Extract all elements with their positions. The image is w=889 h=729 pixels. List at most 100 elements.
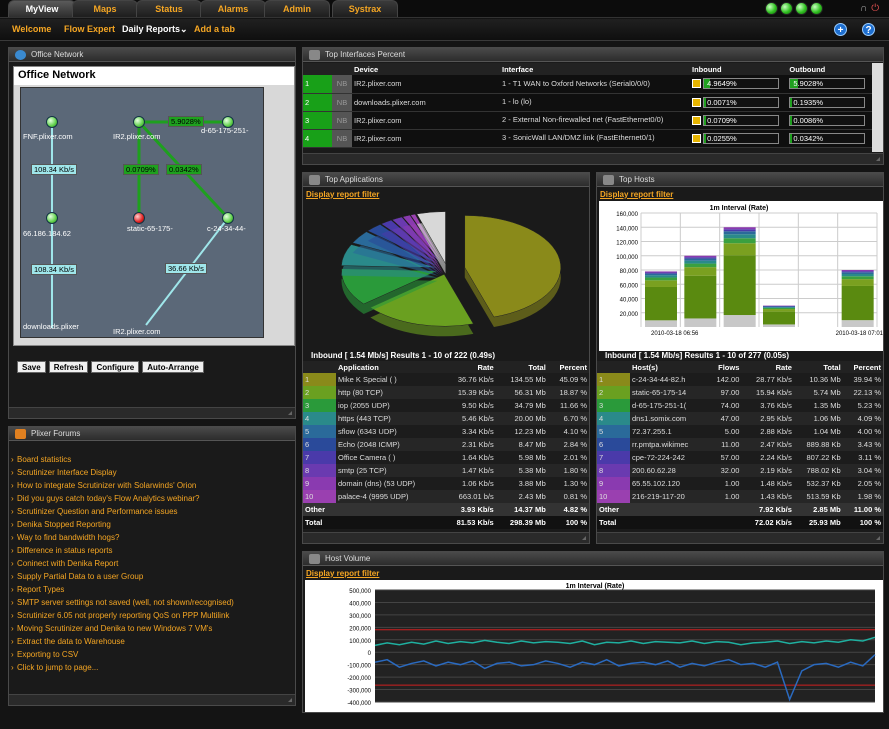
edge-label[interactable]: 36.66 Kb/s (165, 263, 207, 274)
bar-segment[interactable] (763, 307, 795, 310)
host-name[interactable]: 72.37.255.1 (630, 425, 707, 438)
status-light-icon[interactable] (795, 2, 808, 15)
add-tab-link[interactable]: Add a tab (194, 24, 235, 34)
tab-admin[interactable]: Admin (264, 0, 330, 17)
table-row[interactable]: 9 domain (dns) (53 UDP) 1.06 Kb/s 3.88 M… (303, 477, 589, 490)
resize-handle[interactable] (9, 694, 295, 705)
table-row[interactable]: 3 d-65-175-251-1( 74.00 3.76 Kb/s 1.35 M… (597, 399, 883, 412)
bar-segment[interactable] (684, 318, 717, 327)
bar-segment[interactable] (645, 273, 677, 276)
device-cell[interactable]: IR2.plixer.com (352, 75, 500, 94)
table-row[interactable]: 6 Echo (2048 ICMP) 2.31 Kb/s 8.47 Mb 2.8… (303, 438, 589, 451)
table-row[interactable]: 1 NB IR2.plixer.com 1 - T1 WAN to Oxford… (303, 75, 873, 94)
bar-segment[interactable] (841, 285, 874, 321)
daily-reports-link[interactable]: Daily Reports (122, 24, 180, 34)
help-icon[interactable]: ? (862, 23, 875, 36)
dropdown-icon[interactable] (692, 133, 701, 143)
bar-segment[interactable] (645, 272, 677, 274)
app-name[interactable]: iop (2055 UDP) (336, 399, 442, 412)
host-name[interactable]: 65.55.102.120 (630, 477, 707, 490)
display-filter-link[interactable]: Display report filter (306, 190, 379, 199)
bar-segment[interactable] (763, 311, 795, 325)
forum-link[interactable]: Denika Stopped Reporting (9, 518, 295, 531)
bar-segment[interactable] (723, 315, 756, 327)
map-node[interactable] (46, 116, 58, 128)
bar-segment[interactable] (841, 270, 874, 272)
bar-segment[interactable] (684, 275, 717, 319)
forum-link[interactable]: Scrutinizer Interface Display (9, 466, 295, 479)
table-row[interactable]: 10 216-219-117-20 1.00 1.43 Kb/s 513.59 … (597, 490, 883, 503)
tab-status[interactable]: Status (136, 0, 202, 17)
table-row[interactable]: 5 72.37.255.1 5.00 2.88 Kb/s 1.04 Mb 4.0… (597, 425, 883, 438)
device-cell[interactable]: IR2.plixer.com (352, 111, 500, 130)
forum-link[interactable]: Way to find bandwidth hogs? (9, 531, 295, 544)
map-node[interactable] (133, 116, 145, 128)
device-cell[interactable]: IR2.plixer.com (352, 129, 500, 148)
scrollbar[interactable] (872, 63, 883, 152)
add-icon[interactable]: + (834, 23, 847, 36)
bar-segment[interactable] (684, 260, 717, 264)
row-badge[interactable]: NB (332, 93, 352, 112)
forum-link[interactable]: Scrutinizer Question and Performance iss… (9, 505, 295, 518)
welcome-link[interactable]: Welcome (12, 24, 51, 34)
interface-cell[interactable]: 1 - T1 WAN to Oxford Networks (Serial0/0… (500, 75, 690, 94)
forum-link[interactable]: Difference in status reports (9, 544, 295, 557)
table-row[interactable]: 6 rr.pmtpa.wikimec 11.00 2.47 Kb/s 889.8… (597, 438, 883, 451)
bar-segment[interactable] (763, 306, 795, 308)
interface-cell[interactable]: 1 - lo (lo) (500, 93, 690, 112)
table-row[interactable]: 4 https (443 TCP) 5.46 Kb/s 20.00 Mb 6.7… (303, 412, 589, 425)
edge-label[interactable]: 108.34 Kb/s (31, 264, 78, 275)
table-row[interactable]: 1 c-24-34-44-82.h 142.00 28.77 Kb/s 10.3… (597, 373, 883, 386)
tab-systrax[interactable]: Systrax (332, 0, 398, 17)
bar-segment[interactable] (723, 238, 756, 244)
status-light-icon[interactable] (765, 2, 778, 15)
tab-maps[interactable]: Maps (72, 0, 138, 17)
forum-link[interactable]: Moving Scrutinizer and Denika to new Win… (9, 622, 295, 635)
table-row[interactable]: 5 sflow (6343 UDP) 3.34 Kb/s 12.23 Mb 4.… (303, 425, 589, 438)
headset-icon[interactable]: ∩ (860, 3, 867, 14)
table-row[interactable]: 2 http (80 TCP) 15.39 Kb/s 56.31 Mb 18.8… (303, 386, 589, 399)
bar-segment[interactable] (841, 272, 874, 274)
app-name[interactable]: Echo (2048 ICMP) (336, 438, 442, 451)
app-name[interactable]: http (80 TCP) (336, 386, 442, 399)
app-name[interactable]: sflow (6343 UDP) (336, 425, 442, 438)
flow-expert-link[interactable]: Flow Expert (64, 24, 115, 34)
dropdown-icon[interactable] (692, 97, 701, 107)
bar-segment[interactable] (645, 286, 677, 321)
refresh-button[interactable]: Refresh (48, 361, 89, 373)
table-row[interactable]: 4 NB IR2.plixer.com 3 - SonicWall LAN/DM… (303, 129, 873, 148)
bar-segment[interactable] (841, 271, 874, 273)
row-badge[interactable]: NB (332, 129, 352, 148)
map-node[interactable] (46, 212, 58, 224)
bar-segment[interactable] (763, 324, 795, 327)
app-name[interactable]: domain (dns) (53 UDP) (336, 477, 442, 490)
resize-handle[interactable] (597, 532, 883, 543)
app-name[interactable]: Mike K Special ( ) (336, 373, 442, 386)
forum-link[interactable]: Did you guys catch today's Flow Analytic… (9, 492, 295, 505)
bar-segment[interactable] (723, 229, 756, 232)
interface-cell[interactable]: 2 - External Non-firewalled net (FastEth… (500, 111, 690, 130)
app-name[interactable]: palace-4 (9995 UDP) (336, 490, 442, 503)
host-name[interactable]: d-65-175-251-1( (630, 399, 707, 412)
interface-cell[interactable]: 3 - SonicWall LAN/DMZ link (FastEthernet… (500, 129, 690, 148)
bar-segment[interactable] (763, 309, 795, 312)
table-row[interactable]: 4 dns1.somix.com 47.00 2.95 Kb/s 1.06 Mb… (597, 412, 883, 425)
bar-segment[interactable] (684, 267, 717, 276)
table-row[interactable]: 2 NB downloads.plixer.com 1 - lo (lo) 0.… (303, 93, 873, 112)
bar-segment[interactable] (645, 275, 677, 278)
power-icon[interactable]: ⏻ (871, 3, 879, 14)
display-filter-link[interactable]: Display report filter (306, 569, 379, 578)
edge-label[interactable]: 5.9028% (168, 116, 204, 127)
table-row[interactable]: 8 200.60.62.28 32.00 2.19 Kb/s 788.02 Kb… (597, 464, 883, 477)
table-row[interactable]: 10 palace-4 (9995 UDP) 663.01 b/s 2.43 M… (303, 490, 589, 503)
edge-label[interactable]: 0.0709% (123, 164, 159, 175)
network-map[interactable]: FNF.plixer.com IR2.plixer.com d-65-175-2… (20, 87, 264, 338)
host-name[interactable]: dns1.somix.com (630, 412, 707, 425)
bar-segment[interactable] (723, 227, 756, 230)
display-filter-link[interactable]: Display report filter (600, 190, 673, 199)
map-node[interactable] (222, 212, 234, 224)
host-name[interactable]: 216-219-117-20 (630, 490, 707, 503)
bar-segment[interactable] (645, 271, 677, 273)
status-light-icon[interactable] (780, 2, 793, 15)
tab-myview[interactable]: MyView (8, 0, 76, 17)
